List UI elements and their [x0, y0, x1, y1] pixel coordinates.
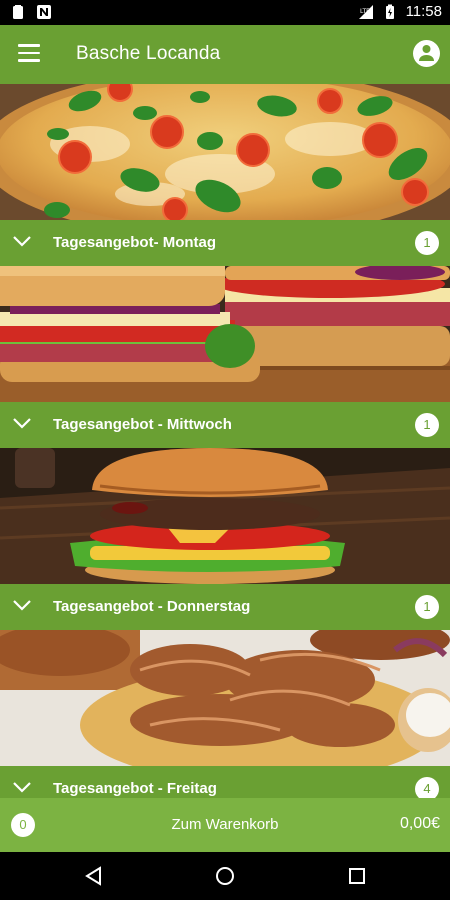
section-label: Tagesangebot - Donnerstag: [53, 598, 251, 615]
battery-icon: [385, 4, 394, 19]
section-count-badge: 1: [415, 595, 439, 619]
section-count-badge: 1: [415, 231, 439, 255]
navigation-bar: [0, 852, 450, 900]
section-freitag[interactable]: Tagesangebot - Freitag 4: [0, 766, 450, 798]
signal-icon: LTE: [358, 4, 373, 19]
menu-icon[interactable]: [18, 44, 40, 64]
chevron-down-icon: [13, 236, 31, 247]
section-mittwoch[interactable]: Tagesangebot - Mittwoch 1: [0, 402, 450, 448]
cart-bar[interactable]: 0 Zum Warenkorb 0,00€: [0, 798, 450, 852]
account-icon[interactable]: [413, 40, 440, 67]
section-label: Tagesangebot- Montag: [53, 234, 217, 251]
chevron-down-icon: [13, 600, 31, 611]
section-count-badge: 4: [415, 777, 439, 798]
section-count-badge: 1: [415, 413, 439, 437]
section-label: Tagesangebot - Freitag: [53, 780, 217, 797]
burger-image[interactable]: [0, 448, 450, 584]
section-montag[interactable]: Tagesangebot- Montag 1: [0, 220, 450, 266]
app-bar: Basche Locanda: [0, 25, 450, 84]
cart-label[interactable]: Zum Warenkorb: [0, 816, 450, 833]
status-bar: LTE 11:58: [0, 0, 450, 25]
doner-image[interactable]: [0, 630, 450, 766]
sandwich-image[interactable]: [0, 266, 450, 402]
chevron-down-icon: [13, 782, 31, 793]
n-app-icon: [37, 5, 51, 19]
chevron-down-icon: [13, 418, 31, 429]
notification-icon: [13, 5, 23, 19]
cart-total: 0,00€: [399, 815, 440, 832]
home-icon[interactable]: [215, 866, 235, 886]
category-list: Tagesangebot- Montag 1 Tagesangebot - Mi…: [0, 84, 450, 798]
pizza-image[interactable]: [0, 84, 450, 220]
app-title: Basche Locanda: [76, 43, 221, 64]
section-label: Tagesangebot - Mittwoch: [53, 416, 232, 433]
recents-icon[interactable]: [347, 866, 367, 886]
back-icon[interactable]: [84, 866, 104, 886]
clock: 11:58: [405, 3, 442, 20]
svg-text:LTE: LTE: [360, 8, 370, 15]
section-donnerstag[interactable]: Tagesangebot - Donnerstag 1: [0, 584, 450, 630]
